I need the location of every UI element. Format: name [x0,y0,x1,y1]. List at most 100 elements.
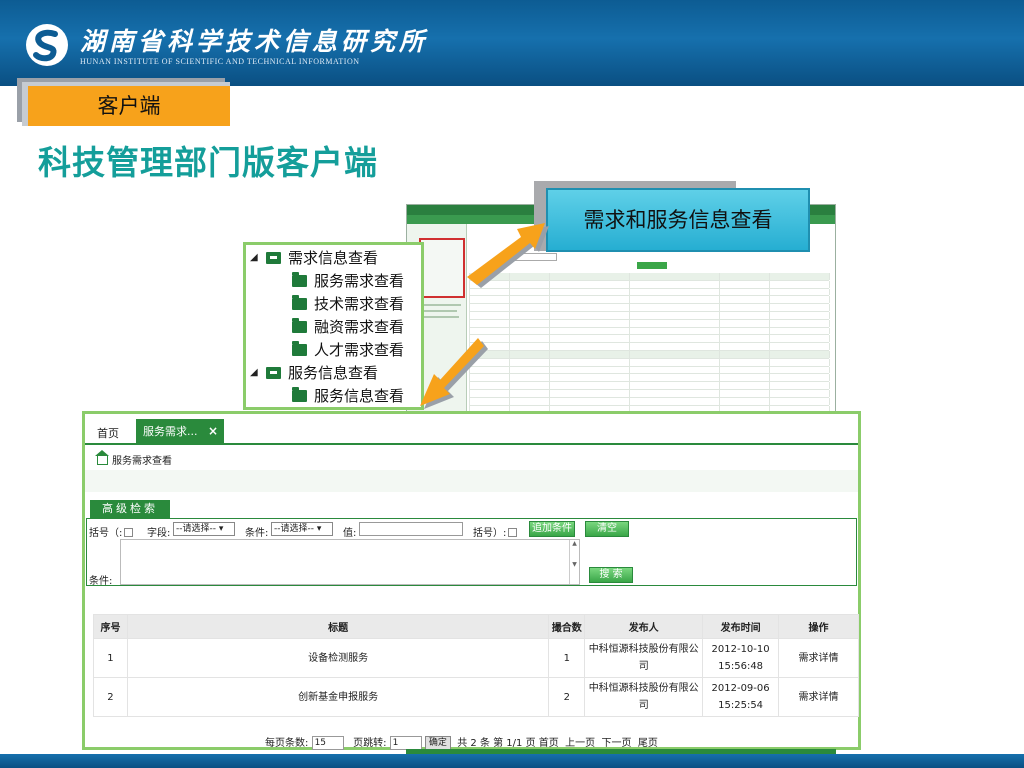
background-grid-row [469,335,830,344]
tree-item-label: 服务需求查看 [314,272,405,290]
tree-group-service[interactable]: 服务信息查看 [266,362,378,384]
tab-home[interactable]: 首页 [97,425,119,441]
conditions-textarea[interactable]: ▲ ▼ [120,539,580,585]
toolbar-band [85,470,858,492]
tab-bar: 首页 服务需求... × [85,417,858,445]
tree-item-service-info[interactable]: 服务信息查看 [292,385,404,407]
breadcrumb: 服务需求查看 [95,450,172,467]
field-select[interactable]: --请选择-- ▾ [173,522,235,536]
folder-group-icon [266,367,281,379]
table-cell: 1 [93,638,128,678]
expand-arrow-icon[interactable]: ◢ [250,252,258,263]
tree-item-finance-demand[interactable]: 融资需求查看 [292,316,404,338]
table-cell: 创新基金申报服务 [126,677,550,717]
background-grid-row [469,374,830,383]
table-header-cell: 标题 [126,614,550,639]
tree-panel: ◢ 需求信息查看 服务需求查看 技术需求查看 融资需求查看 人才需求查看 ◢ 服… [243,242,424,410]
table-row[interactable]: 2 创新基金申报服务 2 中科恒源科技股份有限公司 2012-09-06 15:… [93,677,859,717]
condition-label: 条件: [245,528,269,539]
tree-item-label: 融资需求查看 [314,318,405,336]
background-grid-row [469,397,830,406]
tree-item-talent-demand[interactable]: 人才需求查看 [292,339,404,361]
tree-group-demand[interactable]: 需求信息查看 [266,247,378,269]
table-cell: 设备检测服务 [126,638,550,678]
page-title: 科技管理部门版客户端 [38,143,378,182]
home-icon [95,450,109,465]
jump-label: 页跳转: [353,738,387,749]
folder-group-icon [266,252,281,264]
background-grid-row [469,319,830,328]
tree-group-label: 服务信息查看 [288,364,379,382]
table-header-row: 序号 标题 撮合数 发布人 发布时间 操作 [93,614,859,639]
filter-box: 括号（: 字段: --请选择-- ▾ 条件: --请选择-- ▾ 值: 括号）:… [86,518,857,587]
page-summary: 共 2 条 第 1/1 页 [457,738,536,749]
last-page-link[interactable]: 尾页 [638,738,658,749]
table-cell: 中科恒源科技股份有限公司 [584,638,704,678]
background-grid-row [469,382,830,390]
background-grid-row [469,366,830,375]
folder-icon [292,390,307,402]
institute-logo-icon [26,24,68,66]
background-grid-row [469,389,830,398]
folder-icon [292,298,307,310]
bracket-open-field: 括号（: [89,524,134,539]
background-grid-row [469,296,830,305]
detail-link[interactable]: 需求详情 [778,638,859,678]
search-button[interactable]: 搜 索 [589,567,633,583]
table-header-cell: 操作 [778,614,859,639]
background-grid-row [469,327,830,336]
condition-select-value: --请选择-- [274,524,314,534]
table-cell: 2 [548,677,586,717]
first-page-link[interactable]: 首页 [539,738,559,749]
folder-icon [292,344,307,356]
prev-page-link[interactable]: 上一页 [565,738,595,749]
bracket-close-label: 括号）: [473,528,507,539]
tab-label: 服务需求... [143,425,198,438]
table-cell: 1 [548,638,586,678]
tree-item-label: 人才需求查看 [314,341,405,359]
table-header-cell: 发布人 [584,614,704,639]
per-page-input[interactable]: 15 [311,736,344,750]
results-table: 序号 标题 撮合数 发布人 发布时间 操作 1 设备检测服务 1 中科恒源科技股… [93,614,859,717]
tree-item-label: 服务信息查看 [314,387,405,405]
org-name-en: HUNAN INSTITUTE OF SCIENTIFIC AND TECHNI… [80,57,360,66]
footer-band [0,754,1024,768]
tab-service-demand[interactable]: 服务需求... × [136,419,224,444]
folder-icon [292,275,307,287]
bracket-close-checkbox[interactable] [508,528,518,537]
next-page-link[interactable]: 下一页 [602,738,632,749]
tree-item-tech-demand[interactable]: 技术需求查看 [292,293,404,315]
table-cell: 2 [93,677,128,717]
table-cell: 中科恒源科技股份有限公司 [584,677,704,717]
callout-label: 需求和服务信息查看 [546,188,810,252]
condition-select[interactable]: --请选择-- ▾ [271,522,333,536]
close-icon[interactable]: × [208,419,218,444]
background-grid-row [469,358,830,367]
table-cell: 2012-10-10 15:56:48 [702,638,780,678]
expand-arrow-icon[interactable]: ◢ [250,367,258,378]
header-band: 湖南省科学技术信息研究所 HUNAN INSTITUTE OF SCIENTIF… [0,0,1024,86]
table-header-cell: 序号 [93,614,128,639]
value-input[interactable] [359,522,463,536]
bracket-open-checkbox[interactable] [124,528,134,537]
folder-icon [292,321,307,333]
tree-item-label: 技术需求查看 [314,295,405,313]
background-grid-row [469,311,830,320]
detail-link[interactable]: 需求详情 [778,677,859,717]
clear-button[interactable]: 清空 [585,521,629,537]
pointer-arrow-icon [420,338,488,409]
app-window: 首页 服务需求... × 服务需求查看 高级检索 括号（: 字段: --请选择-… [82,411,861,750]
add-condition-button[interactable]: 追加条件 [529,521,575,537]
tree-group-label: 需求信息查看 [288,249,379,267]
section-tab: 客户端 [28,86,230,126]
bracket-close-field: 括号）: [473,524,518,539]
advanced-search-tab[interactable]: 高级检索 [90,500,170,518]
tree-item-service-demand[interactable]: 服务需求查看 [292,270,404,292]
chevron-down-icon: ▾ [218,524,224,534]
confirm-button[interactable]: 确定 [424,736,451,750]
scrollbar[interactable]: ▲ ▼ [569,540,579,584]
jump-page-input[interactable]: 1 [389,736,422,750]
bracket-open-label: 括号（: [89,528,123,539]
background-grid-row [469,304,830,312]
table-row[interactable]: 1 设备检测服务 1 中科恒源科技股份有限公司 2012-10-10 15:56… [93,638,859,678]
